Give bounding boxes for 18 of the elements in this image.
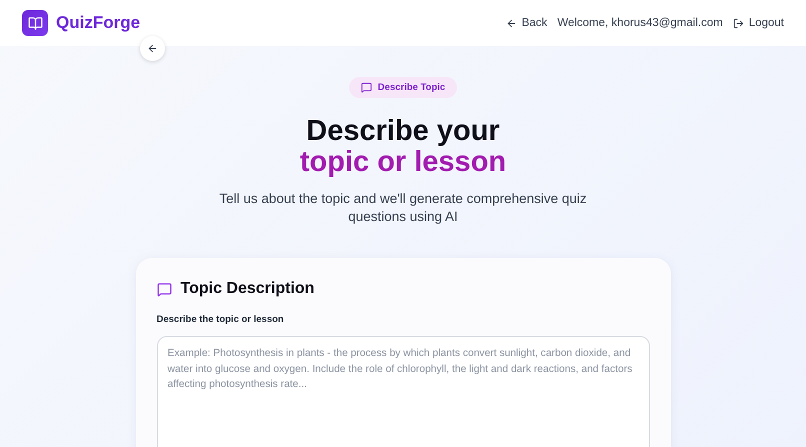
section-badge: Describe Topic	[348, 77, 458, 98]
page-title: Describe your	[306, 116, 500, 147]
page-title-highlight: topic or lesson	[300, 147, 506, 178]
logout-icon	[732, 18, 744, 28]
book-logo-icon	[22, 10, 48, 36]
field-label: Describe the topic or lesson	[156, 314, 285, 325]
arrow-left-icon	[147, 43, 158, 54]
chat-bubble-icon	[360, 82, 372, 93]
card-title: Topic Description	[180, 280, 314, 298]
welcome-text: Welcome, khorus43@gmail.com	[557, 17, 723, 29]
chat-bubble-icon	[156, 282, 172, 296]
subtitle: Tell us about the topic and we'll generate comprehensive quiz questions using AI	[218, 190, 588, 226]
back-button[interactable]	[140, 36, 165, 61]
arrow-left-icon	[506, 18, 517, 28]
logout-button[interactable]: Logout	[732, 17, 784, 29]
back-link[interactable]: Back	[506, 17, 548, 29]
brand-name: QuizForge	[56, 13, 140, 33]
topic-input-field[interactable]: Example: Photosynthesis in plants - the process by which plants convert sunlight, carbon dioxide, and water into glucose and oxygen. Include the role of chlorophyll, the light and dark reactions, and factors affecting photosynthesis rate...	[156, 336, 650, 447]
